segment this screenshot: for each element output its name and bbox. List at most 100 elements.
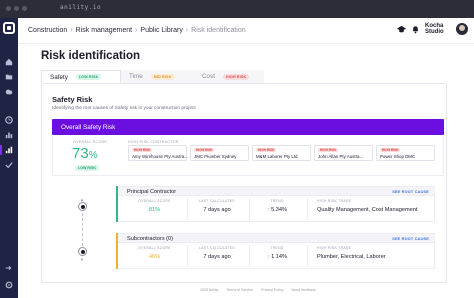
contractor-name: JMC Plumber Sydney — [194, 154, 237, 159]
avatar[interactable] — [456, 23, 468, 35]
contractor-list: HIGH RISK Amy Wirehouse Pty Austra... HI… — [128, 145, 435, 161]
tab-safety[interactable]: Safety LOW RISK — [41, 70, 121, 83]
top-header: Construction › Risk management › Public … — [18, 18, 474, 44]
col-label: HIGH RISK TRADE — [317, 199, 352, 203]
active-indicator — [0, 145, 2, 155]
footer-privacy-link[interactable]: Privacy Policy — [261, 288, 283, 292]
chevron-right-icon: › — [185, 27, 189, 34]
browser-bar: anility.io — [0, 0, 474, 18]
tree-node-icon[interactable] — [78, 247, 87, 256]
settings-icon[interactable] — [5, 281, 13, 289]
home-icon[interactable] — [5, 58, 13, 66]
overall-risk-panel: OVERALL SCORE 73% LOW RISK HIGH RISK CON… — [52, 135, 444, 176]
graduation-cap-icon[interactable] — [397, 25, 406, 34]
risk-badge: MID RISK — [150, 73, 175, 80]
last-calculated-col: LAST CALCULATED 7 days ago — [192, 199, 242, 213]
row-title: Subcontractors (0) — [127, 236, 174, 242]
check-icon[interactable] — [5, 161, 13, 169]
overall-score-col: OVERALL SCORE 81% — [132, 199, 177, 213]
cloud-icon[interactable] — [5, 88, 13, 96]
subcontractors-row: Subcontractors (0) SEE ROOT CAUSE OVERAL… — [116, 233, 435, 269]
app-logo-icon[interactable] — [3, 22, 15, 34]
tab-label: Safety — [50, 73, 68, 81]
footer-terms-link[interactable]: Terms of Service — [226, 288, 253, 292]
page-title: Risk identification — [41, 50, 141, 62]
tree-node-icon[interactable] — [78, 202, 87, 211]
risk-badge: HIGH RISK — [318, 148, 339, 152]
breadcrumb-current: Risk identification — [191, 27, 246, 34]
footer-copyright: 2025 Anility — [200, 288, 219, 292]
row-title: Principal Contractor — [127, 189, 177, 195]
overall-risk-badge: LOW RISK — [75, 165, 99, 171]
score-value: 46% — [148, 254, 161, 260]
divider — [307, 245, 308, 267]
principal-contractor-row: Principal Contractor SEE ROOT CAUSE OVER… — [116, 186, 435, 222]
breadcrumb-construction[interactable]: Construction — [28, 27, 67, 34]
divider — [249, 245, 250, 267]
contractor-name: Amy Wirehouse Pty Austra... — [132, 154, 188, 159]
url-text[interactable]: anility.io — [60, 4, 101, 11]
contractor-card[interactable]: HIGH RISK M&M Laborer Pty Ltd — [252, 145, 311, 161]
divider — [187, 245, 188, 267]
card-subtitle: Identifying the root causes of Safety ri… — [52, 106, 196, 111]
contractor-card[interactable]: HIGH RISK Power Shop DMC — [376, 145, 435, 161]
row-header: Subcontractors (0) SEE ROOT CAUSE — [118, 234, 435, 243]
overall-score-value: 73 — [72, 145, 89, 162]
divider — [249, 198, 250, 220]
risk-badge: HIGH RISK — [194, 148, 215, 152]
bell-icon[interactable] — [411, 25, 420, 34]
tab-time[interactable]: Time MID RISK — [121, 70, 194, 83]
high-risk-trade-value: Plumber, Electrical, Laborer — [317, 254, 386, 260]
organization-name[interactable]: Kocha Studio — [425, 23, 451, 35]
trend-up-icon: ↑ — [267, 207, 270, 213]
folder-icon[interactable] — [5, 73, 13, 81]
window-controls — [6, 6, 27, 11]
card-title: Safety Risk — [52, 95, 93, 104]
score-value: 81% — [148, 207, 161, 213]
footer: 2025 Anility Terms of Service Privacy Po… — [200, 288, 316, 292]
high-risk-trade-value: Quality Management, Cost Management — [317, 207, 418, 213]
overall-score-unit: % — [88, 150, 98, 161]
see-root-cause-link[interactable]: SEE ROOT CAUSE — [392, 237, 429, 241]
col-label: HIGH RISK TRADE — [317, 246, 352, 250]
divider — [307, 198, 308, 220]
row-header: Principal Contractor SEE ROOT CAUSE — [118, 187, 435, 196]
chevron-right-icon: › — [70, 27, 73, 34]
contractor-name: Power Shop DMC — [380, 154, 416, 159]
high-risk-contractor-label: HIGH RISK CONTRACTOR — [128, 140, 179, 144]
chevron-right-icon: › — [135, 27, 138, 34]
risk-tabs: Safety LOW RISK Time MID RISK Cost HIGH … — [41, 70, 264, 83]
risk-badge: HIGH RISK — [222, 73, 250, 80]
risk-bars-icon[interactable] — [5, 146, 13, 154]
col-label: LAST CALCULATED — [198, 246, 236, 250]
see-root-cause-link[interactable]: SEE ROOT CAUSE — [392, 190, 429, 194]
contractor-card[interactable]: HIGH RISK JMC Plumber Sydney — [190, 145, 249, 161]
tab-cost[interactable]: Cost HIGH RISK — [194, 70, 264, 83]
risk-badge: HIGH RISK — [132, 148, 153, 152]
contractor-card[interactable]: HIGH RISK John Allan Pty Austra... — [314, 145, 373, 161]
breadcrumb: Construction › Risk management › Public … — [28, 27, 246, 34]
contractor-card[interactable]: HIGH RISK Amy Wirehouse Pty Austra... — [128, 145, 188, 161]
trend-col: TREND ↑ 5.34% — [257, 199, 297, 213]
overall-score: 73% — [72, 145, 98, 162]
risk-badge: LOW RISK — [75, 74, 102, 80]
tab-label: Cost — [202, 73, 215, 80]
clock-icon[interactable] — [5, 116, 13, 124]
logout-icon[interactable] — [5, 264, 13, 272]
last-calculated-col: LAST CALCULATED 7 days ago — [192, 246, 242, 260]
footer-feedback-link[interactable]: Need feedback — [292, 288, 316, 292]
header-actions: Kocha Studio — [397, 23, 468, 35]
overall-risk-header: Overall Safety Risk — [52, 119, 444, 135]
trend-value: ↑ 1.14% — [257, 254, 297, 260]
col-label: LAST CALCULATED — [198, 199, 236, 203]
col-label: TREND — [270, 246, 284, 250]
breadcrumb-public-library[interactable]: Public Library — [140, 27, 182, 34]
risk-badge: HIGH RISK — [256, 148, 277, 152]
overall-score-label: OVERALL SCORE — [73, 140, 108, 144]
divider — [187, 198, 188, 220]
trend-number: 5.34% — [271, 207, 287, 213]
overall-score-col: OVERALL SCORE 46% — [132, 246, 177, 260]
chart-icon[interactable] — [5, 131, 13, 139]
contractor-name: John Allan Pty Austra... — [318, 154, 364, 159]
breadcrumb-risk-management[interactable]: Risk management — [76, 27, 132, 34]
